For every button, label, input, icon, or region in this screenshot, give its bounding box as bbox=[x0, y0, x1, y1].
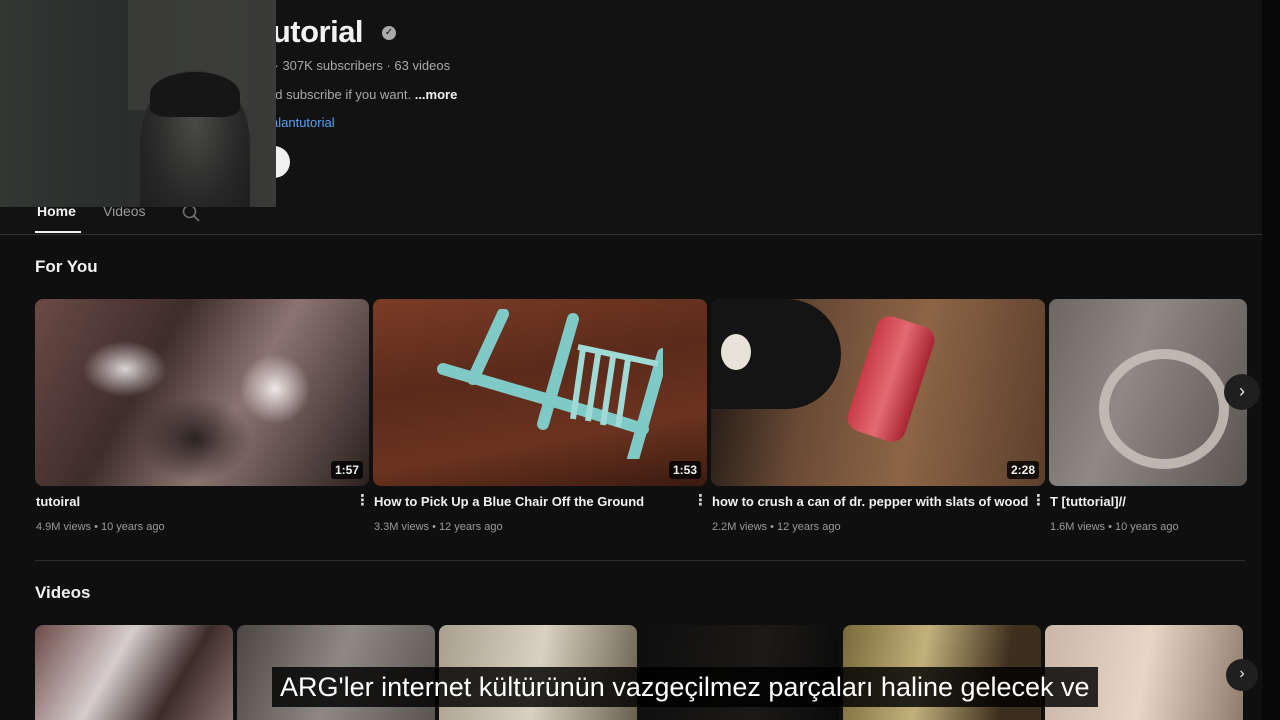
channel-title: tutorial bbox=[262, 14, 364, 49]
verified-icon: ✓ bbox=[382, 26, 396, 40]
channel-stats: l · 307K subscribers · 63 videos bbox=[268, 58, 451, 73]
video-card[interactable]: 1:57 tutoiral 4.9M views • 10 years ago … bbox=[35, 299, 370, 533]
chevron-right-icon[interactable]: › bbox=[1226, 659, 1258, 691]
video-meta: 3.3M views • 12 years ago bbox=[374, 521, 503, 533]
section-divider bbox=[35, 560, 1245, 561]
video-meta: 4.9M views • 10 years ago bbox=[36, 521, 165, 533]
video-title[interactable]: how to crush a can of dr. pepper with sl… bbox=[712, 494, 1028, 509]
video-thumbnail[interactable]: 1:57 bbox=[35, 299, 369, 486]
duration-badge: 1:53 bbox=[668, 461, 701, 479]
streamer-hair bbox=[150, 72, 240, 117]
channel-description[interactable]: nd subscribe if you want. ...more bbox=[268, 87, 457, 102]
tabs-divider bbox=[0, 234, 1262, 235]
duration-badge: 1:57 bbox=[330, 461, 363, 479]
channel-link[interactable]: alantutorial bbox=[271, 115, 335, 130]
duration-badge: 2:28 bbox=[1006, 461, 1039, 479]
video-meta: 2.2M views • 12 years ago bbox=[712, 521, 841, 533]
video-thumbnail[interactable] bbox=[35, 625, 233, 720]
video-thumbnail[interactable] bbox=[1049, 299, 1247, 486]
soda-can-image bbox=[843, 312, 939, 446]
video-card[interactable]: T [tuttorial]// 1.6M views • 10 years ag… bbox=[1049, 299, 1247, 533]
channel-page: tutorial ✓ l · 307K subscribers · 63 vid… bbox=[0, 0, 1280, 720]
loop-image bbox=[1099, 349, 1229, 469]
video-title[interactable]: tutoiral bbox=[36, 494, 80, 509]
video-title[interactable]: How to Pick Up a Blue Chair Off the Grou… bbox=[374, 494, 644, 509]
video-meta: 1.6M views • 10 years ago bbox=[1050, 521, 1179, 533]
kebab-menu-icon[interactable]: ⋮ bbox=[355, 492, 370, 510]
video-card[interactable]: 1:53 How to Pick Up a Blue Chair Off the… bbox=[373, 299, 708, 533]
active-tab-indicator bbox=[35, 231, 81, 233]
video-thumbnail[interactable]: 2:28 bbox=[711, 299, 1045, 486]
drill-ring-image bbox=[721, 334, 751, 370]
description-text: nd subscribe if you want. bbox=[268, 87, 415, 102]
chair-image bbox=[437, 309, 663, 459]
video-subtitle: ARG'ler internet kültürünün vazgeçilmez … bbox=[272, 667, 1098, 707]
section-title-videos: Videos bbox=[35, 583, 91, 602]
kebab-menu-icon[interactable]: ⋮ bbox=[1031, 492, 1046, 510]
chevron-right-icon[interactable]: › bbox=[1224, 374, 1260, 410]
page-edge bbox=[1262, 0, 1280, 720]
video-thumbnail[interactable]: 1:53 bbox=[373, 299, 707, 486]
section-title-for-you: For You bbox=[35, 257, 98, 276]
video-title[interactable]: T [tuttorial]// bbox=[1050, 494, 1126, 509]
kebab-menu-icon[interactable]: ⋮ bbox=[693, 492, 708, 510]
more-link[interactable]: ...more bbox=[415, 87, 458, 102]
webcam-overlay bbox=[0, 0, 276, 207]
video-card[interactable]: 2:28 how to crush a can of dr. pepper wi… bbox=[711, 299, 1046, 533]
